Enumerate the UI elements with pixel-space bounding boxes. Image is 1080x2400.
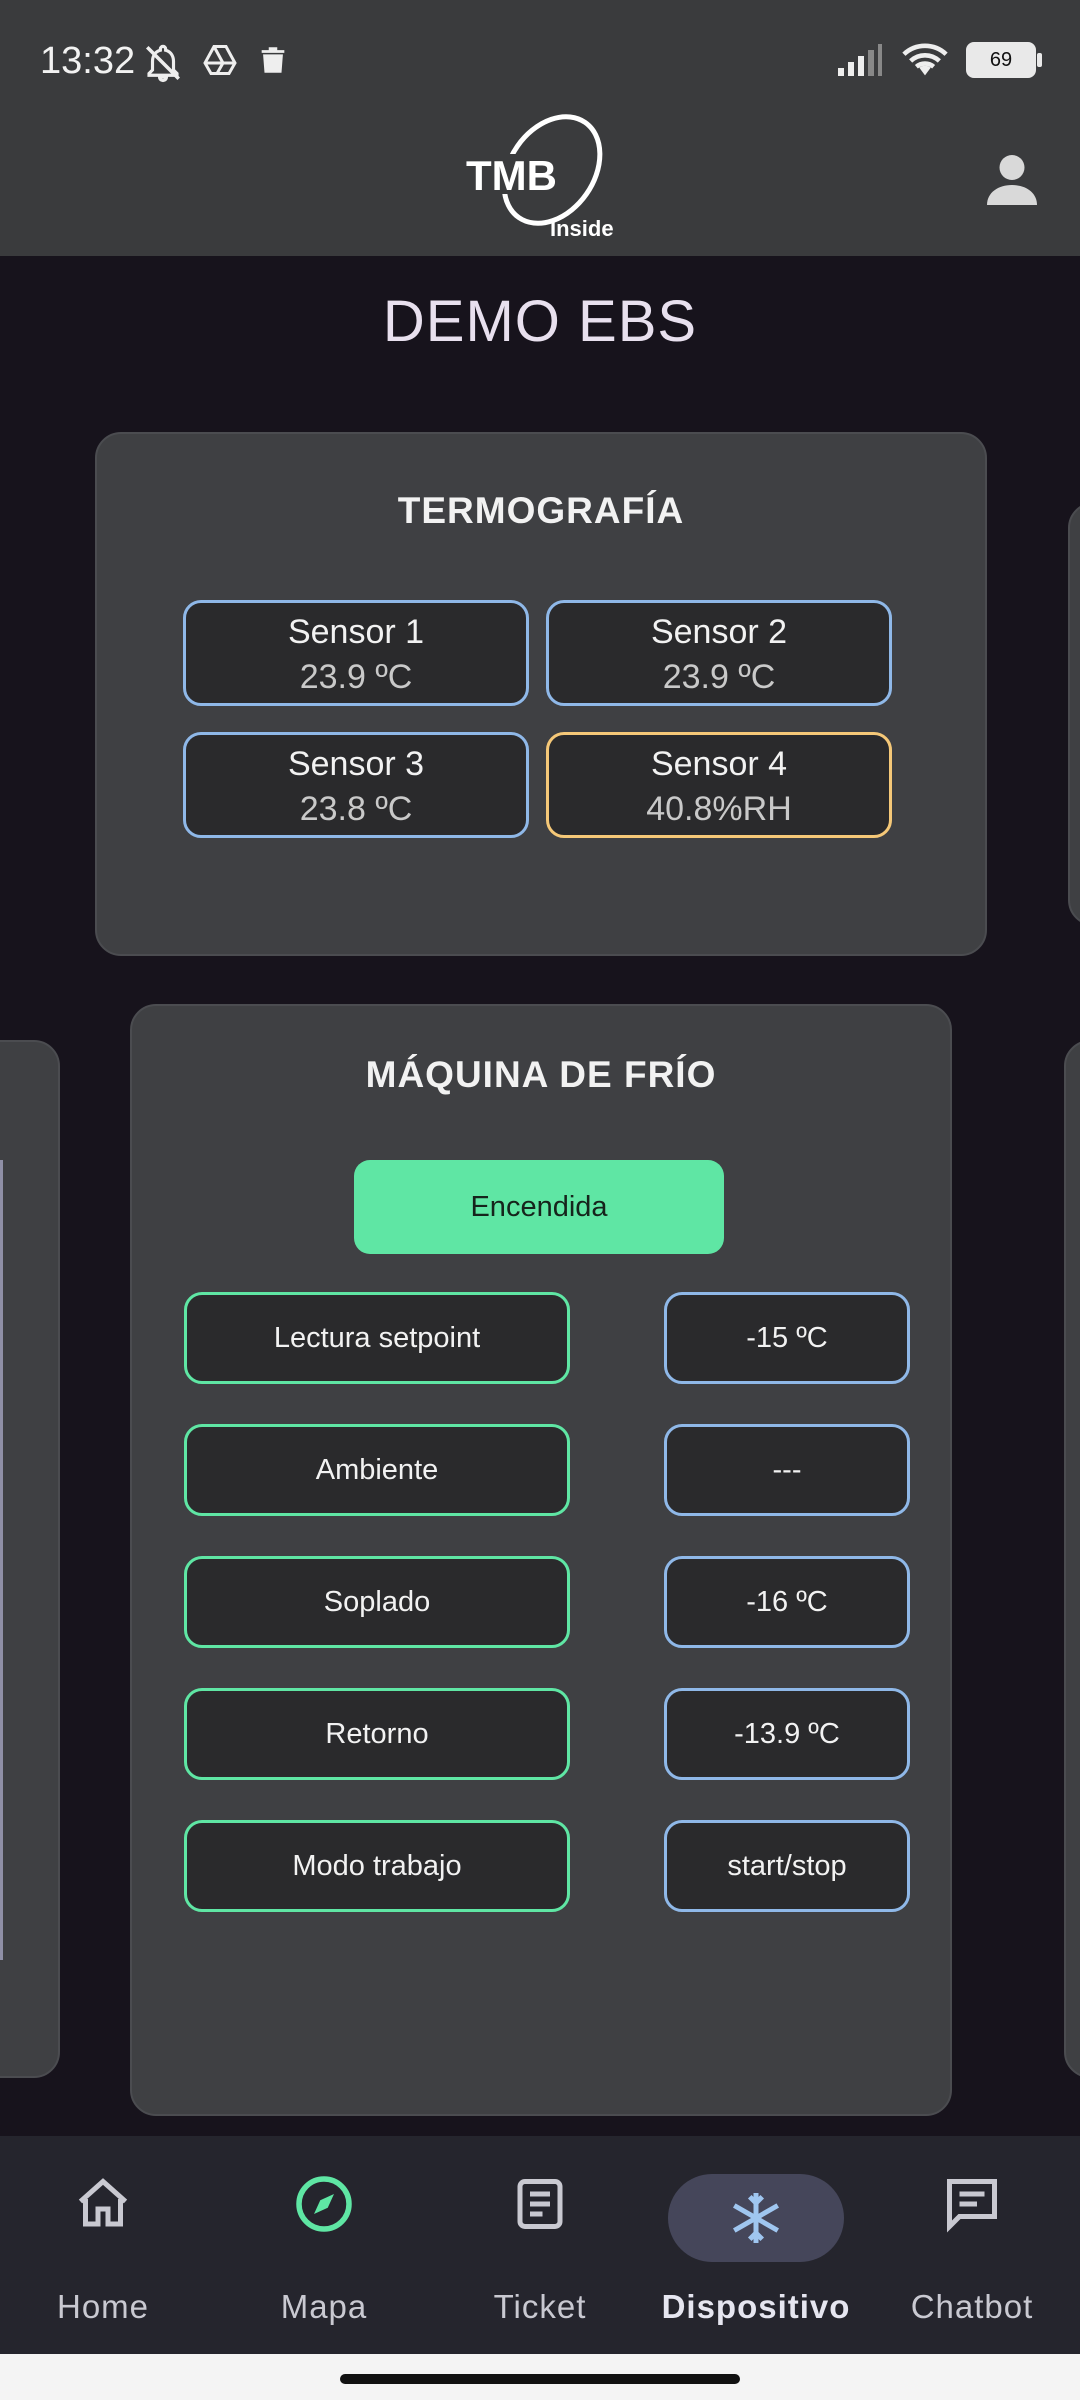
termografia-title: TERMOGRAFÍA xyxy=(397,490,685,531)
page-title: DEMO EBS xyxy=(382,289,698,354)
svg-text:TMB: TMB xyxy=(466,152,557,199)
snowflake-icon xyxy=(733,2193,779,2243)
tmb-inside-logo: TMB Inside xyxy=(462,114,614,241)
nav-dispositivo[interactable]: Dispositivo xyxy=(656,2160,856,2340)
sensor-value: 23.9 ºC xyxy=(299,658,413,696)
nav-ticket[interactable]: Ticket xyxy=(440,2160,640,2340)
sensor-name: Sensor 1 xyxy=(287,613,425,651)
sensor-value: 40.8%RH xyxy=(646,790,792,828)
next-card-peek-bottom[interactable] xyxy=(1064,1040,1080,2078)
battery-icon: 69 xyxy=(966,42,1042,78)
home-icon xyxy=(78,2178,128,2227)
ambiente-value[interactable]: --- xyxy=(664,1424,910,1516)
nav-mapa[interactable]: Mapa xyxy=(224,2160,424,2340)
sensor-4-tile[interactable]: Sensor 4 40.8%RH xyxy=(546,732,892,838)
nav-mapa-label: Mapa xyxy=(280,2288,368,2325)
prev-card-peek[interactable] xyxy=(0,1040,60,2078)
nav-chatbot-label: Chatbot xyxy=(910,2288,1034,2325)
status-time: 13:32 xyxy=(40,40,136,82)
nav-ticket-label: Ticket xyxy=(493,2288,587,2325)
ambiente-label[interactable]: Ambiente xyxy=(184,1424,570,1516)
status-icons-left xyxy=(142,42,290,84)
sensor-3-tile[interactable]: Sensor 3 23.8 ºC xyxy=(183,732,529,838)
retorno-value[interactable]: -13.9 ºC xyxy=(664,1688,910,1780)
sensor-name: Sensor 2 xyxy=(650,613,788,651)
nav-home-label: Home xyxy=(56,2288,150,2325)
nav-home[interactable]: Home xyxy=(3,2160,203,2340)
nav-chatbot[interactable]: Chatbot xyxy=(872,2160,1072,2340)
machine-status-button[interactable]: Encendida xyxy=(354,1160,724,1254)
drive-icon xyxy=(203,45,237,75)
next-card-peek-top[interactable] xyxy=(1068,502,1080,926)
modo-trabajo-label[interactable]: Modo trabajo xyxy=(184,1820,570,1912)
home-indicator[interactable] xyxy=(340,2374,740,2384)
sensor-2-tile[interactable]: Sensor 2 23.9 ºC xyxy=(546,600,892,706)
maquina-frio-title: MÁQUINA DE FRÍO xyxy=(365,1054,717,1095)
chart-line-peek xyxy=(0,1160,3,1960)
soplado-value[interactable]: -16 ºC xyxy=(664,1556,910,1648)
sensor-1-tile[interactable]: Sensor 1 23.9 ºC xyxy=(183,600,529,706)
nav-dispositivo-label: Dispositivo xyxy=(661,2288,851,2325)
trash-icon xyxy=(261,47,285,73)
status-icons-right: 69 xyxy=(836,42,1042,78)
wifi-icon xyxy=(902,43,948,76)
svg-text:Inside: Inside xyxy=(550,216,614,241)
retorno-label[interactable]: Retorno xyxy=(184,1688,570,1780)
bell-off-icon xyxy=(146,44,180,83)
sensor-name: Sensor 4 xyxy=(650,745,788,783)
signal-icon xyxy=(838,44,882,76)
compass-icon xyxy=(296,2176,352,2232)
modo-trabajo-value[interactable]: start/stop xyxy=(664,1820,910,1912)
document-icon xyxy=(517,2179,563,2229)
user-icon[interactable] xyxy=(982,150,1042,210)
soplado-label[interactable]: Soplado xyxy=(184,1556,570,1648)
setpoint-value[interactable]: -15 ºC xyxy=(664,1292,910,1384)
chat-icon xyxy=(947,2179,997,2233)
sensor-name: Sensor 3 xyxy=(287,745,425,783)
sensor-value: 23.9 ºC xyxy=(662,658,776,696)
battery-level: 69 xyxy=(989,48,1013,71)
sensor-value: 23.8 ºC xyxy=(299,790,413,828)
setpoint-label[interactable]: Lectura setpoint xyxy=(184,1292,570,1384)
